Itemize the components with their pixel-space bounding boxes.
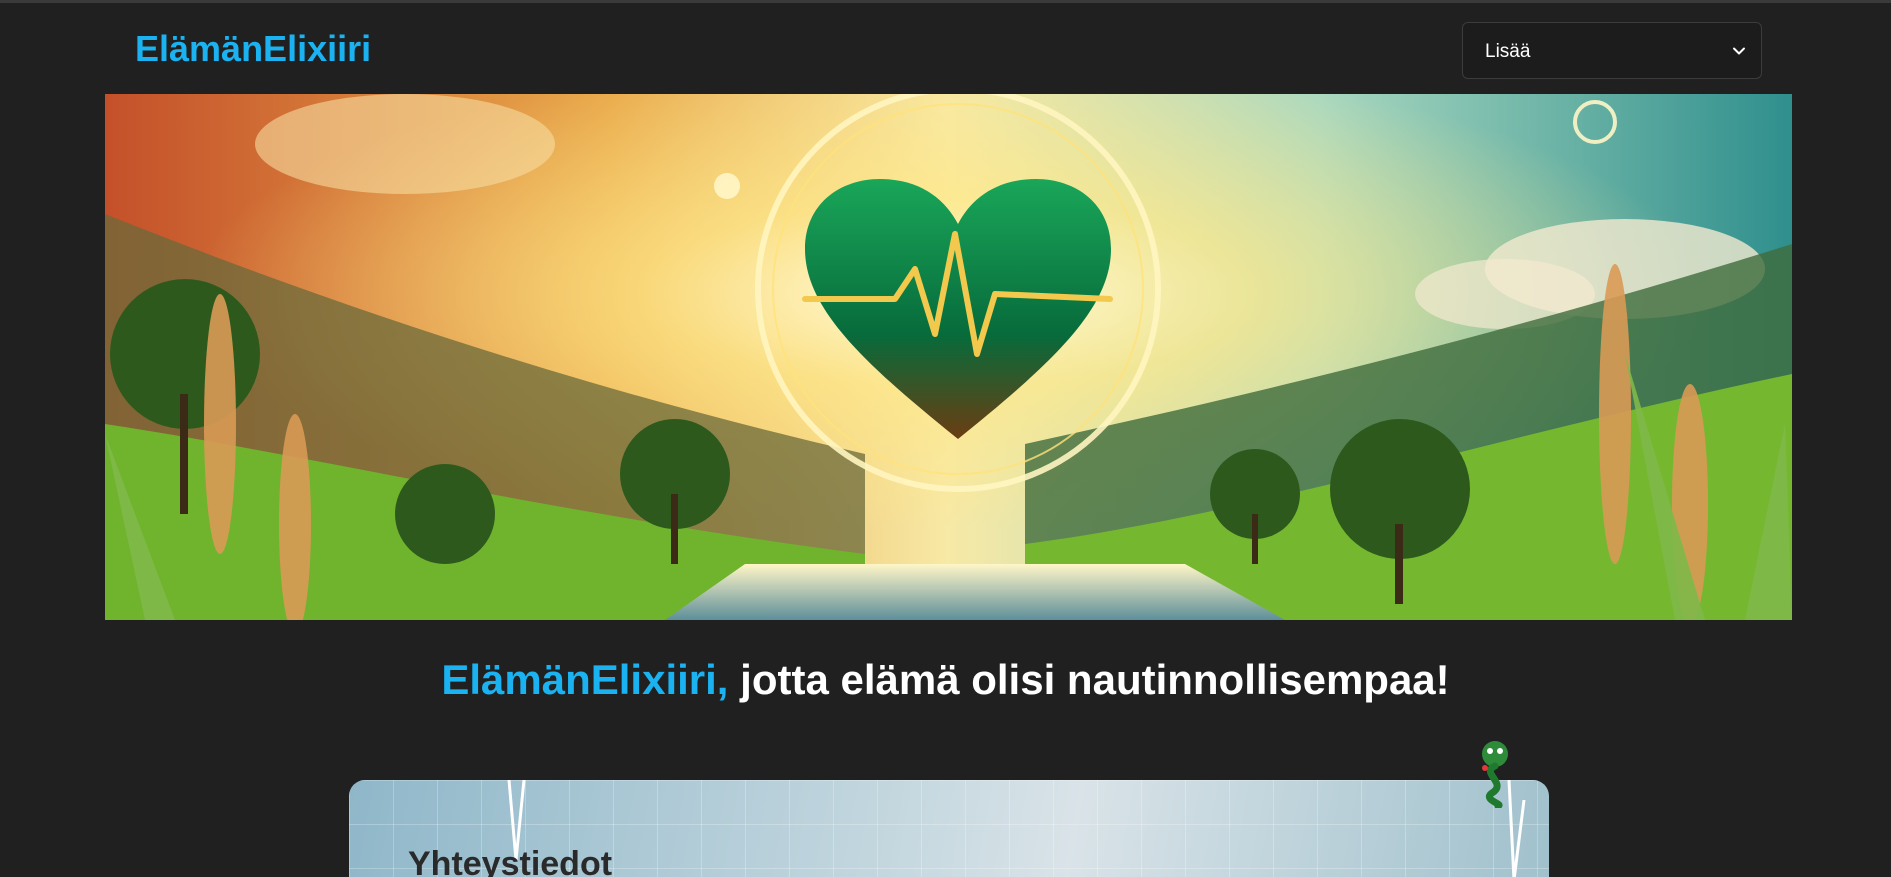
contact-card: Yhteystiedot: [349, 780, 1549, 877]
contact-card-title: Yhteystiedot: [408, 845, 613, 877]
site-logo-link[interactable]: ElämänElixiiri: [135, 28, 371, 70]
mascot-icon: [1482, 741, 1508, 808]
tagline-brand: ElämänElixiiri,: [441, 656, 729, 703]
chevron-down-icon: [1733, 47, 1745, 55]
more-menu-select[interactable]: Lisää: [1462, 22, 1762, 79]
hero-image: [105, 94, 1792, 620]
tagline-text: jotta elämä olisi nautinnollisempaa!: [728, 656, 1450, 703]
page-tagline: ElämänElixiiri, jotta elämä olisi nautin…: [0, 656, 1891, 704]
site-header: ElämänElixiiri Lisää: [0, 6, 1891, 94]
more-menu-select-value: Lisää: [1485, 41, 1531, 62]
